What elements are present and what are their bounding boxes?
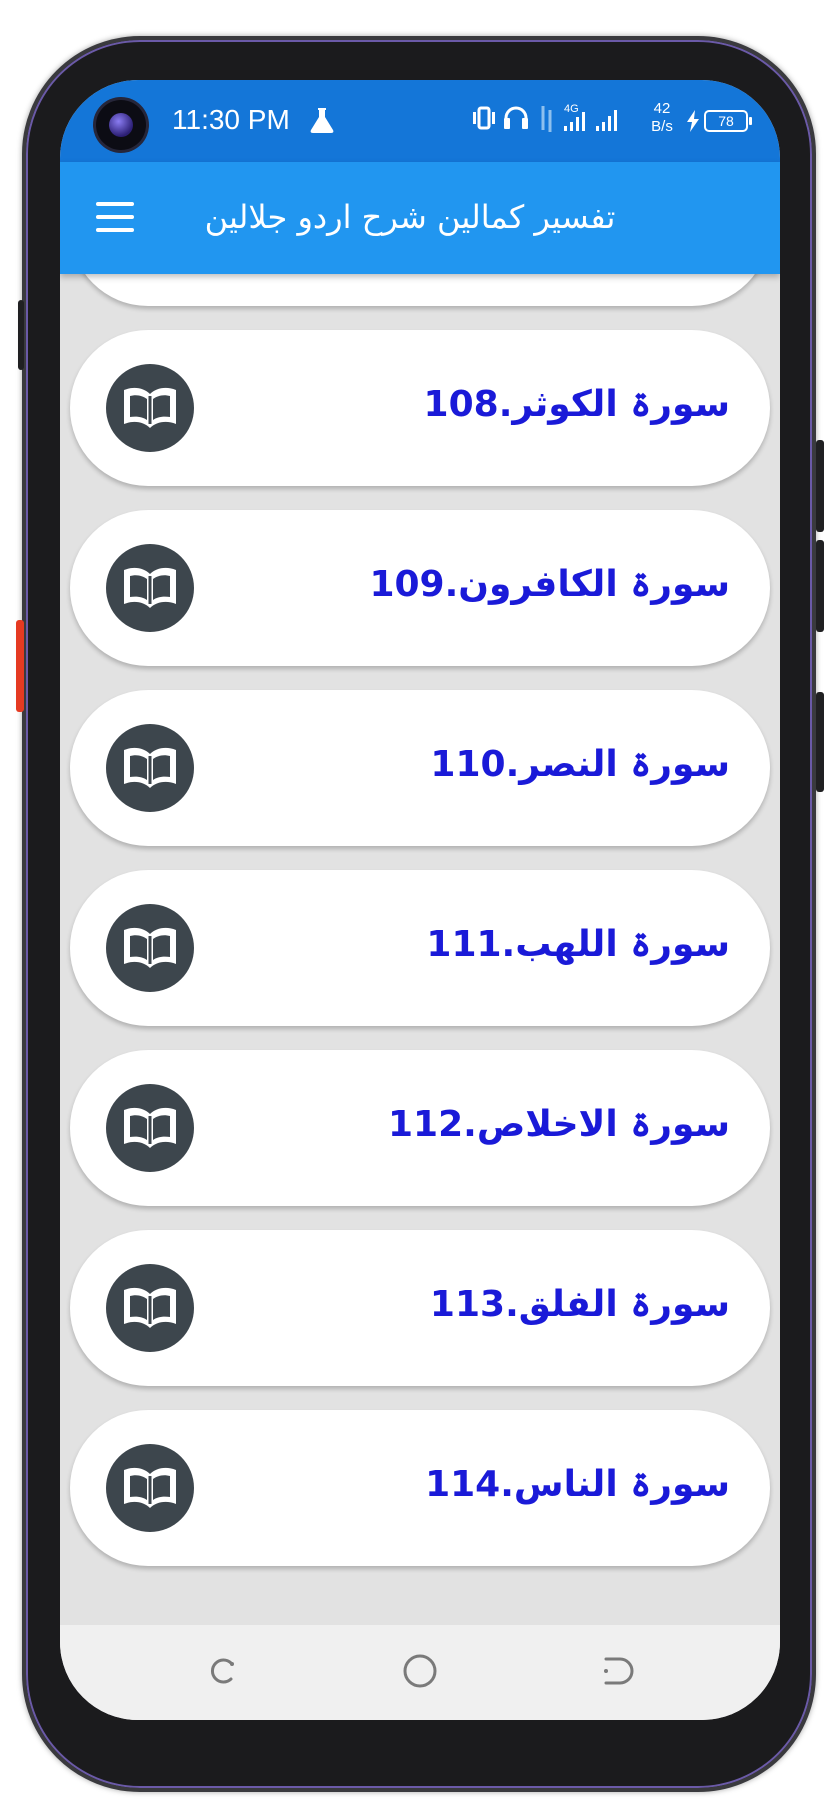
surah-name: سورۃ الاخلاص (476, 1104, 730, 1145)
surah-number-separator: . (501, 924, 516, 965)
surah-label: 108.سورۃ الکوثر (424, 375, 730, 435)
surah-number: 113 (429, 1284, 506, 1325)
hamburger-menu-icon[interactable] (96, 202, 134, 232)
book-icon[interactable] (106, 904, 194, 992)
surah-label: 111.سورۃ اللھب (426, 915, 730, 975)
data-transfer-icon (541, 106, 552, 132)
surah-number-separator: . (505, 1284, 519, 1325)
surah-label: 110.سورۃ النصر (430, 735, 730, 795)
surah-label: 112.سورۃ الاخلاص (388, 1095, 730, 1155)
network-type-label: 4G (564, 103, 579, 115)
network-speed-unit: B/s (651, 118, 673, 135)
book-icon[interactable] (106, 544, 194, 632)
surah-list-item[interactable]: 109.سورۃ الکافرون (70, 510, 770, 666)
surah-number-separator: . (498, 384, 513, 425)
back-icon[interactable] (598, 1651, 638, 1691)
surah-label: 109.سورۃ الکافرون (369, 555, 730, 615)
status-time: 11:30 PM (172, 104, 290, 135)
home-icon[interactable] (400, 1651, 440, 1691)
surah-number: 108 (423, 384, 499, 425)
status-icons-group: 4G (473, 103, 617, 132)
surah-number-separator: . (500, 1464, 514, 1505)
app-bar: تفسیر کمالین شرح اردو جلالین (60, 162, 780, 274)
flask-icon (310, 108, 334, 133)
signal-4g-icon: 4G (564, 103, 585, 131)
surah-name: سورۃ اللھب (515, 924, 730, 965)
phone-power-button (816, 692, 824, 792)
status-bar: 11:30 PM 4G 42 B/s 78 (60, 80, 780, 162)
surah-number: 112 (387, 1104, 464, 1145)
battery-level: 78 (718, 113, 734, 129)
surah-list-item[interactable]: 112.سورۃ الاخلاص (70, 1050, 770, 1206)
surah-number: 111 (426, 924, 502, 965)
book-icon[interactable] (106, 1444, 194, 1532)
vibrate-icon (473, 106, 495, 130)
surah-list-item[interactable]: 111.سورۃ اللھب (70, 870, 770, 1026)
surah-list-item[interactable]: 110.سورۃ النصر (70, 690, 770, 846)
surah-list-item[interactable]: 114.سورۃ الناس (70, 1410, 770, 1566)
network-speed-value: 42 (653, 100, 671, 117)
surah-list-item[interactable]: 113.سورۃ الفلق (70, 1230, 770, 1386)
surah-label: 114.سورۃ الناس (425, 1455, 730, 1515)
surah-name: سورۃ الفلق (518, 1284, 730, 1325)
surah-number: 109 (369, 564, 445, 605)
battery-icon: 78 (704, 110, 752, 132)
surah-label: 113.سورۃ الفلق (430, 1275, 730, 1335)
phone-side-button (18, 300, 24, 370)
phone-volume-up-button (816, 440, 824, 532)
surah-number: 110 (430, 744, 506, 785)
phone-side-button-red (16, 620, 24, 712)
charging-icon (687, 110, 699, 132)
surah-number-separator: . (505, 744, 520, 785)
surah-name: سورۃ الکوثر (512, 384, 730, 425)
book-icon[interactable] (106, 1084, 194, 1172)
front-camera (96, 100, 146, 150)
surah-list-item[interactable]: 108.سورۃ الکوثر (70, 330, 770, 486)
surah-number-separator: . (444, 564, 459, 605)
headset-icon (504, 106, 528, 129)
surah-list[interactable]: 107.سورۃ الماعون108.سورۃ الکوثر109.سورۃ … (60, 80, 780, 1640)
phone-screen: 107.سورۃ الماعون108.سورۃ الکوثر109.سورۃ … (60, 80, 780, 1720)
surah-name: سورۃ الناس (513, 1464, 730, 1505)
app-title: تفسیر کمالین شرح اردو جلالین (204, 198, 616, 236)
surah-number: 114 (425, 1464, 501, 1505)
book-icon[interactable] (106, 364, 194, 452)
surah-name: سورۃ النصر (519, 744, 730, 785)
surah-number-separator: . (463, 1104, 477, 1145)
surah-name: سورۃ الکافرون (458, 564, 730, 605)
navigation-bar (60, 1625, 780, 1720)
recents-icon[interactable] (202, 1651, 242, 1691)
phone-volume-down-button (816, 540, 824, 632)
book-icon[interactable] (106, 724, 194, 812)
network-speed: 42 B/s (646, 100, 678, 136)
signal-icon (596, 110, 617, 131)
book-icon[interactable] (106, 1264, 194, 1352)
